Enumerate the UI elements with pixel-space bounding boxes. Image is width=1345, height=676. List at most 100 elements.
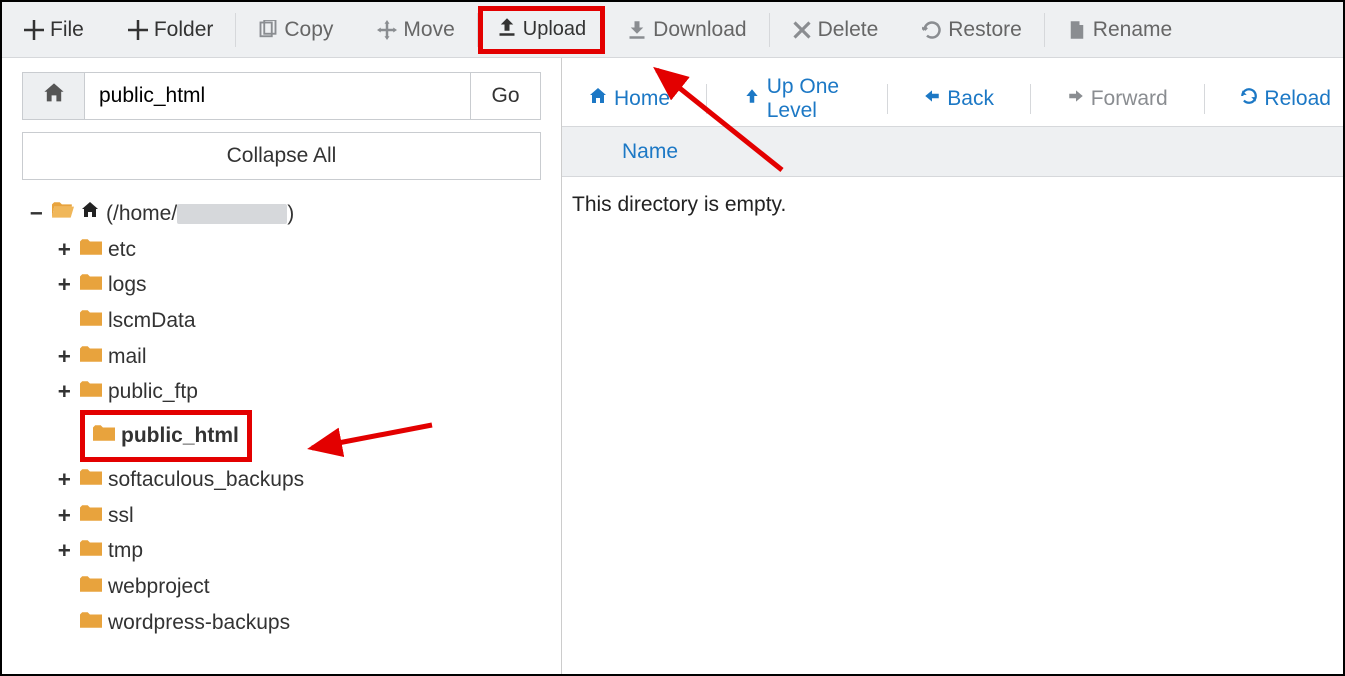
rename-label: Rename [1093,18,1172,42]
expand-icon[interactable]: + [58,462,74,498]
path-input[interactable] [85,73,470,119]
folder-icon [80,303,102,339]
new-folder-button[interactable]: Folder [106,2,236,57]
home-icon [588,86,608,112]
expand-icon[interactable]: + [58,339,74,375]
expand-icon[interactable]: + [58,232,74,268]
nav-forward-button[interactable]: Forward [1055,87,1180,111]
tree-item[interactable]: + logs [58,267,541,303]
nav-up-button[interactable]: Up One Level [731,75,863,123]
new-folder-label: Folder [154,18,214,42]
nav-home-label: Home [614,87,670,111]
expand-icon[interactable]: + [58,374,74,410]
tree-item-label: softaculous_backups [108,462,304,498]
download-button[interactable]: Download [605,2,768,57]
folder-open-icon [52,196,74,232]
tree-item[interactable]: + ssl [58,498,541,534]
nav-reload-button[interactable]: Reload [1228,87,1343,111]
toggle-spacer [58,605,74,641]
expand-icon[interactable]: + [58,533,74,569]
path-bar: Go [22,72,541,120]
tree-item[interactable]: webproject [58,569,541,605]
arrow-left-icon [923,87,941,111]
upload-label: Upload [523,18,586,41]
toggle-spacer [58,303,74,339]
tree-root[interactable]: − (/home/) [30,196,541,232]
home-button[interactable] [23,73,85,119]
empty-directory-message: This directory is empty. [562,177,1343,233]
restore-label: Restore [948,18,1022,42]
rename-icon [1067,20,1087,40]
tree-item[interactable]: + etc [58,232,541,268]
tree-item[interactable]: + public_ftp [58,374,541,410]
arrow-up-icon [743,87,761,111]
folder-icon [80,339,102,375]
nav-divider [706,84,707,114]
upload-icon [497,17,517,43]
nav-divider [1030,84,1031,114]
copy-icon [258,20,278,40]
home-icon [80,196,100,232]
tree-item-label: wordpress-backups [108,605,290,641]
tree-item-label: logs [108,267,147,303]
tree-item-label: mail [108,339,147,375]
tree-item-label: public_html [121,418,239,454]
move-button[interactable]: Move [355,2,476,57]
tree-item-label: public_ftp [108,374,198,410]
nav-back-button[interactable]: Back [911,87,1006,111]
file-list-pane: Home Up One Level Back Forward [562,58,1343,676]
collapse-icon[interactable]: − [30,196,46,232]
rename-button[interactable]: Rename [1045,2,1194,57]
tree-item[interactable]: + softaculous_backups [58,462,541,498]
folder-icon [80,232,102,268]
expand-icon[interactable]: + [58,498,74,534]
folder-icon [80,462,102,498]
root-label: (/home/) [106,196,294,232]
new-file-button[interactable]: File [2,2,106,57]
go-label: Go [491,84,519,108]
plus-icon [128,20,148,40]
tree-item[interactable]: + mail [58,339,541,375]
nav-back-label: Back [947,87,994,111]
restore-button[interactable]: Restore [900,2,1044,57]
nav-home-button[interactable]: Home [576,86,682,112]
tree-item-label: lscmData [108,303,196,339]
arrow-right-icon [1067,87,1085,111]
redacted-username [177,204,287,224]
nav-divider [1204,84,1205,114]
copy-button[interactable]: Copy [236,2,355,57]
tree-item[interactable]: public_html [58,410,541,462]
copy-label: Copy [284,18,333,42]
nav-up-label: Up One Level [767,75,851,123]
folder-icon [80,533,102,569]
folder-icon [80,498,102,534]
tree-item[interactable]: + tmp [58,533,541,569]
reload-icon [1240,87,1258,111]
folder-icon [80,374,102,410]
toggle-spacer [58,418,74,454]
main-toolbar: File Folder Copy Move Upload Download De… [2,2,1343,58]
delete-button[interactable]: Delete [770,2,901,57]
delete-icon [792,20,812,40]
tree-item-label: ssl [108,498,134,534]
tree-item-highlighted[interactable]: public_html [80,410,252,462]
tree-item-label: tmp [108,533,143,569]
folder-icon [93,418,115,454]
expand-icon[interactable]: + [58,267,74,303]
go-button[interactable]: Go [470,73,540,119]
sidebar: Go Collapse All − (/home/) + etc + logs lsc… [2,58,562,676]
nav-forward-label: Forward [1091,87,1168,111]
upload-button[interactable]: Upload [478,6,605,54]
column-headers: Name [562,127,1343,177]
tree-item-label: etc [108,232,136,268]
move-label: Move [403,18,454,42]
col-name-header[interactable]: Name [622,140,678,164]
collapse-all-button[interactable]: Collapse All [22,132,541,180]
move-icon [377,20,397,40]
folder-icon [80,569,102,605]
tree-item[interactable]: lscmData [58,303,541,339]
nav-divider [887,84,888,114]
download-label: Download [653,18,746,42]
tree-item[interactable]: wordpress-backups [58,605,541,641]
nav-reload-label: Reload [1264,87,1331,111]
